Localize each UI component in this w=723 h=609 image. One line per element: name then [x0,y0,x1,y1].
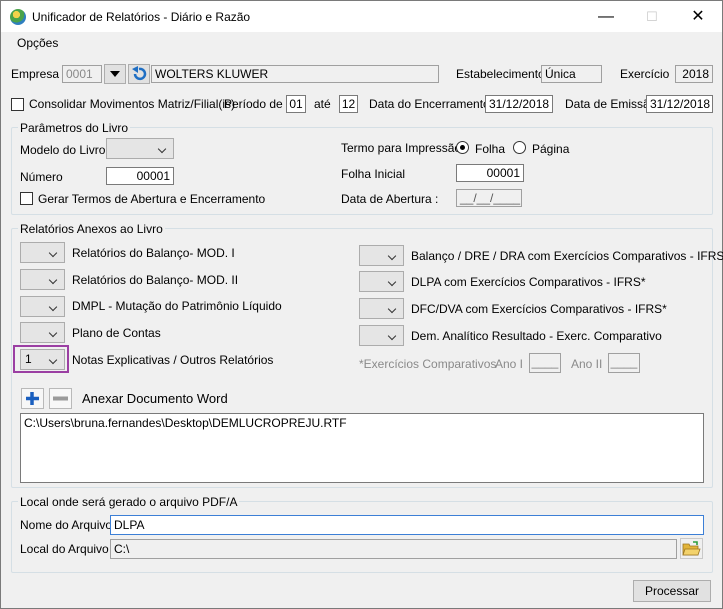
gerar-termos-checkbox[interactable] [20,192,33,205]
parametros-title: Parâmetros do Livro [18,121,131,135]
anexo-combo-balanco-mod2[interactable] [20,269,65,290]
exercicio-field: 2018 [675,65,713,83]
local-arquivo-field: C:\ [110,539,677,559]
anexos-title: Relatórios Anexos ao Livro [18,222,165,236]
browse-folder-button[interactable] [680,538,703,559]
chevron-down-icon [48,323,60,342]
modelo-select[interactable] [106,138,174,159]
empresa-dropdown-button[interactable] [104,64,126,84]
anexo-label-balanco-ifrs: Balanço / DRE / DRA com Exercícios Compa… [411,249,723,263]
anexo-label-dmpl: DMPL - Mutação do Patrimônio Líquido [72,299,282,313]
minimize-button[interactable]: — [583,1,629,32]
menu-bar [1,32,722,54]
anexo-combo-dfc-ifrs[interactable] [359,298,404,319]
folha-inicial-field[interactable]: 00001 [456,164,524,182]
local-group [11,501,713,573]
anexo-label-dem-analitico: Dem. Analítico Resultado - Exerc. Compar… [411,329,662,343]
refresh-button[interactable] [128,64,150,84]
folha-label: Folha [475,142,506,156]
ano1-label: Ano I [495,357,524,371]
chevron-down-icon [48,297,60,316]
modelo-label: Modelo do Livro [20,143,106,157]
periodo-de-field[interactable]: 01 [286,95,306,113]
plus-icon [26,392,39,405]
remove-document-button[interactable] [49,388,72,409]
data-emissao-field[interactable]: 31/12/2018 [646,95,713,113]
nome-arquivo-field[interactable]: DLPA [110,515,704,535]
anexo-label-plano-contas: Plano de Contas [72,326,161,340]
periodo-label: Período de [224,97,283,111]
anexo-label-dfc-ifrs: DFC/DVA com Exercícios Comparativos - IF… [411,302,667,316]
maximize-button[interactable]: ☐ [629,1,675,32]
processar-label: Processar [644,584,700,598]
anexo-combo-dlpa-ifrs[interactable] [359,271,404,292]
estabelecimento-label: Estabelecimento [456,67,545,81]
list-item[interactable]: C:\Users\bruna.fernandes\Desktop\DEMLUCR… [24,416,700,430]
chevron-down-icon [387,272,399,291]
nome-arquivo-label: Nome do Arquivo [20,518,113,532]
estabelecimento-field: Única [541,65,602,83]
anexo-combo-plano-contas[interactable] [20,322,65,343]
pagina-radio[interactable] [513,141,526,154]
close-button[interactable]: ✕ [675,1,721,32]
processar-button[interactable]: Processar [633,580,711,602]
chevron-down-icon [48,270,60,289]
anexo-combo-dem-analitico[interactable] [359,325,404,346]
consolidar-checkbox[interactable] [11,98,24,111]
window-title: Unificador de Relatórios - Diário e Razã… [32,10,251,24]
data-abertura-field[interactable]: __/__/____ [456,189,522,207]
local-arquivo-label: Local do Arquivo [20,542,109,556]
menu-opcoes[interactable]: Opções [17,36,58,50]
anexar-label: Anexar Documento Word [82,391,228,406]
numero-label: Número [20,170,63,184]
ate-label: até [314,97,331,111]
exercicio-label: Exercício [620,67,670,81]
periodo-ate-field[interactable]: 12 [339,95,358,113]
numero-field[interactable]: 00001 [106,167,174,185]
chevron-down-icon [48,243,60,262]
undo-icon [132,66,147,81]
data-abertura-label: Data de Abertura : [341,192,439,206]
ano2-label: Ano II [571,357,603,371]
data-encerramento-field[interactable]: 31/12/2018 [485,95,553,113]
anexo-combo-balanco-mod1[interactable] [20,242,65,263]
data-emissao-label: Data de Emissão [565,97,657,111]
anexo-label-balanco-mod2: Relatórios do Balanço- MOD. II [72,273,239,287]
anexo-combo-dmpl[interactable] [20,296,65,317]
app-icon [10,9,26,25]
ano2-field[interactable]: ____ [608,353,640,373]
anexo-label-balanco-mod1: Relatórios do Balanço- MOD. I [72,246,235,260]
chevron-down-icon [48,350,60,369]
empresa-code-field[interactable]: 0001 [62,65,102,83]
gerar-termos-label: Gerar Termos de Abertura e Encerramento [38,192,266,206]
chevron-down-icon [387,299,399,318]
chevron-down-icon [110,71,120,77]
folha-radio[interactable] [456,141,469,154]
empresa-label: Empresa [11,67,60,81]
exercicios-comparativos-label: *Exercícios Comparativos [359,357,497,371]
local-title: Local onde será gerado o arquivo PDF/A [18,495,240,509]
folha-inicial-label: Folha Inicial [341,167,406,181]
termo-label: Termo para Impressão [341,141,462,155]
anexo-combo-notas[interactable]: 1 [20,349,65,370]
chevron-down-icon [387,326,399,345]
chevron-down-icon [157,139,169,158]
consolidar-label: Consolidar Movimentos Matriz/Filial(is) [29,97,236,111]
minus-icon [53,396,68,401]
title-bar: Unificador de Relatórios - Diário e Razã… [1,1,722,32]
ano1-field[interactable]: ____ [529,353,561,373]
pagina-label: Página [532,142,570,156]
main-window: Unificador de Relatórios - Diário e Razã… [0,0,723,609]
folder-open-icon [682,541,701,556]
empresa-name-field: WOLTERS KLUWER [151,65,439,83]
data-encerramento-label: Data do Encerramento [369,97,490,111]
anexo-label-notas: Notas Explicativas / Outros Relatórios [72,353,274,367]
attached-files-list[interactable]: C:\Users\bruna.fernandes\Desktop\DEMLUCR… [20,413,704,483]
chevron-down-icon [387,246,399,265]
anexo-combo-balanco-ifrs[interactable] [359,245,404,266]
add-document-button[interactable] [21,388,44,409]
combo-value: 1 [25,352,32,366]
anexo-label-dlpa-ifrs: DLPA com Exercícios Comparativos - IFRS* [411,275,646,289]
